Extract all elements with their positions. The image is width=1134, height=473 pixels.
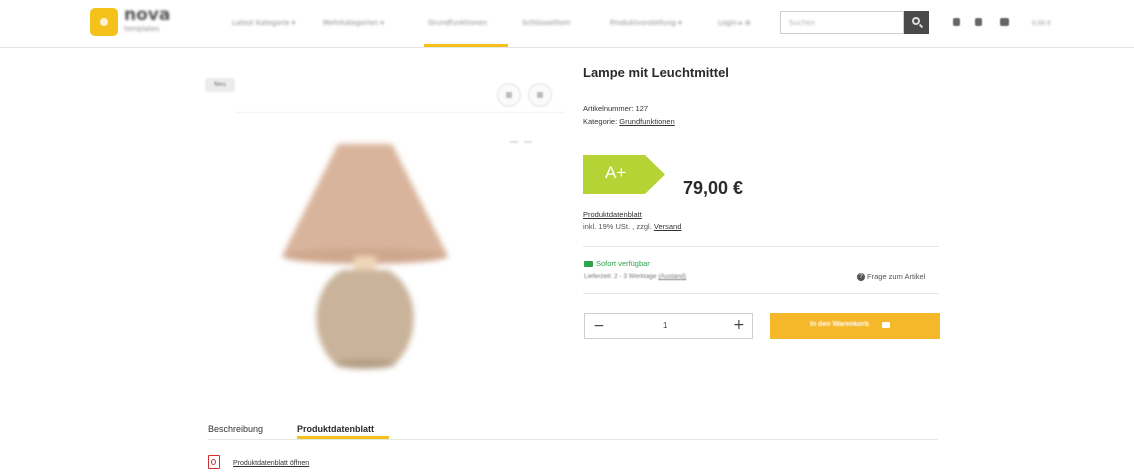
logo-mark[interactable] (90, 8, 118, 36)
article-number-row: Artikelnummer: 127 (583, 104, 648, 113)
tab-description[interactable]: Beschreibung (208, 424, 263, 434)
cart-icon (882, 322, 890, 328)
compare-icon (506, 92, 512, 98)
lamp-neck (354, 256, 376, 270)
energy-class: A+ (605, 163, 627, 182)
top-header: nova templates Latest Kategorie ▾ Mehrka… (0, 0, 1134, 48)
wishlist-icon[interactable] (975, 18, 982, 26)
lead-time-text: Lieferzeit: 2 - 3 Werktage (584, 273, 657, 280)
nav-item-latest-category[interactable]: Latest Kategorie ▾ (232, 19, 295, 27)
logo-text[interactable]: nova (124, 5, 170, 25)
user-icon[interactable] (953, 18, 960, 26)
lamp-base (316, 270, 414, 364)
nav-item-product-presentation[interactable]: Produktvorstellung ▾ (610, 19, 682, 27)
search-placeholder: Suchen (789, 19, 815, 27)
product-price: 79,00 € (683, 178, 744, 198)
lead-time-abroad-link[interactable]: (Ausland) (658, 273, 686, 280)
category-label: Kategorie: (583, 117, 618, 126)
pdf-icon[interactable] (208, 455, 220, 469)
category-row: Kategorie: Grundfunktionen (583, 117, 675, 126)
nav-item-key-item[interactable]: Schlüsselitem (522, 19, 570, 27)
pdf-icon-mark (211, 459, 216, 465)
wishlist-button[interactable] (528, 83, 552, 107)
add-to-cart-button[interactable]: In den Warenkorb (770, 313, 940, 339)
nav-item-login[interactable]: Login ▸ ⊕ (718, 19, 751, 27)
datasheet-link-row: Produktdatenblatt (583, 210, 642, 219)
lead-time-row: Lieferzeit: 2 - 3 Werktage (Ausland) (584, 273, 686, 280)
tax-row: inkl. 19% USt. , zzgl. Versand (583, 222, 681, 231)
product-image-lamp[interactable] (280, 138, 450, 378)
compare-button[interactable] (497, 83, 521, 107)
new-badge: Neu (205, 78, 235, 92)
article-number-label: Artikelnummer: (583, 104, 634, 113)
cart-total[interactable]: 0,00 € (1032, 20, 1051, 27)
product-question-link[interactable]: ? Frage zum Artikel (857, 272, 926, 282)
availability-row: Sofort verfügbar (584, 259, 650, 268)
lamp-foot (335, 359, 395, 369)
search-icon-handle (918, 23, 924, 29)
gallery-nav-dots[interactable] (510, 128, 540, 143)
info-divider (583, 246, 939, 247)
nav-item-basic-functions[interactable]: Grundfunktionen (428, 19, 487, 27)
tab-divider (208, 439, 938, 440)
search-button[interactable] (904, 11, 929, 34)
category-link[interactable]: Grundfunktionen (619, 117, 674, 126)
product-page: nova templates Latest Kategorie ▾ Mehrka… (0, 0, 1134, 473)
datasheet-link[interactable]: Produktdatenblatt (583, 210, 642, 219)
cart-icon[interactable] (1000, 18, 1009, 26)
availability-text: Sofort verfügbar (596, 259, 650, 268)
quantity-decrease-button[interactable]: − (593, 318, 605, 334)
info-divider (583, 293, 939, 294)
gallery-divider (235, 112, 565, 113)
quantity-increase-button[interactable]: + (733, 317, 745, 333)
tab-datasheet[interactable]: Produktdatenblatt (297, 424, 374, 434)
article-number-value: 127 (635, 104, 649, 113)
shipping-link[interactable]: Versand (654, 222, 682, 231)
nav-active-indicator (424, 44, 508, 47)
add-to-cart-label: In den Warenkorb (810, 321, 869, 328)
quantity-value[interactable]: 1 (663, 321, 667, 330)
open-datasheet-link[interactable]: Produktdatenblatt öffnen (233, 460, 309, 467)
nav-item-multi-category[interactable]: Mehrkategorien ▾ (323, 19, 384, 27)
gallery-dot[interactable] (510, 141, 518, 143)
quantity-stepper[interactable]: − 1 + (584, 313, 753, 339)
lamp-shade (282, 144, 448, 256)
search-input[interactable]: Suchen (780, 11, 904, 34)
product-question-label: Frage zum Artikel (867, 272, 926, 281)
product-title: Lampe mit Leuchtmittel (583, 65, 729, 80)
logo-dot (100, 18, 108, 26)
heart-icon (537, 92, 543, 98)
question-icon: ? (857, 273, 865, 282)
truck-icon (584, 261, 593, 268)
tax-text: inkl. 19% USt. , zzgl. (583, 222, 652, 231)
logo-subtitle: templates (124, 25, 160, 33)
gallery-dot[interactable] (524, 141, 532, 143)
